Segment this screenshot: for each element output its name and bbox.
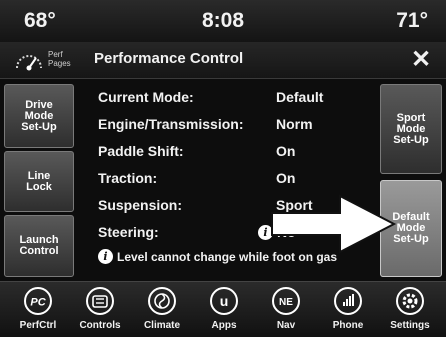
setting-label: Current Mode: (98, 89, 194, 105)
setting-value: On (276, 143, 296, 159)
line-lock-button[interactable]: Line Lock (4, 151, 74, 212)
nav-settings[interactable]: Settings (382, 282, 438, 337)
setting-value: Default (276, 89, 324, 105)
nav-perfctrl[interactable]: PC PerfCtrl (10, 282, 66, 337)
bottom-nav-bar: PC PerfCtrl Controls Climate u Apps NE N… (0, 281, 446, 337)
drive-mode-setup-button[interactable]: Drive Mode Set-Up (4, 84, 74, 148)
nav-label-apps: Apps (211, 320, 237, 331)
climate-icon (148, 287, 176, 315)
apps-icon: u (210, 287, 238, 315)
controls-icon (86, 287, 114, 315)
nav-phone[interactable]: Phone (320, 282, 376, 337)
phone-icon (334, 287, 362, 315)
sport-mode-setup-button[interactable]: Sport Mode Set-Up (380, 84, 442, 174)
settings-gear-icon (396, 287, 424, 315)
setting-value: Norm (276, 116, 313, 132)
setting-label: Paddle Shift: (98, 143, 184, 159)
nav-apps[interactable]: u Apps (196, 282, 252, 337)
perf-pages-label: Perf Pages (48, 50, 71, 68)
callout-arrow-icon (271, 194, 397, 254)
close-icon[interactable]: ✕ (406, 46, 436, 74)
nav-label-phone: Phone (332, 320, 364, 331)
nav-climate[interactable]: Climate (134, 282, 190, 337)
info-icon: i (98, 249, 113, 264)
compass-glyph: NE (279, 297, 293, 308)
setting-label: Steering: (98, 224, 159, 240)
nav-label-nav: Nav (276, 320, 296, 331)
apps-glyph: u (220, 293, 229, 309)
nav-nav[interactable]: NE Nav (258, 282, 314, 337)
setting-label: Suspension: (98, 197, 183, 213)
passenger-temperature[interactable]: 71° (396, 9, 428, 33)
drive-mode-setup-label: Drive Mode Set-Up (21, 98, 57, 133)
setting-value: On (276, 170, 296, 186)
nav-label-perfctrl: PerfCtrl (19, 320, 57, 331)
nav-controls[interactable]: Controls (72, 282, 128, 337)
setting-label: Traction: (98, 170, 158, 186)
nav-label-climate: Climate (143, 320, 181, 331)
title-bar: Perf Pages Performance Control ✕ (0, 42, 446, 79)
nav-label-controls: Controls (79, 320, 121, 331)
line-lock-label: Line Lock (26, 169, 52, 193)
setting-label: Engine/Transmission: (98, 116, 244, 132)
compass-icon: NE (272, 287, 300, 315)
launch-control-button[interactable]: Launch Control (4, 215, 74, 277)
clock: 8:08 (201, 9, 245, 32)
perf-control-glyph: PC (30, 297, 46, 309)
page-title: Performance Control (94, 50, 244, 67)
sport-mode-setup-label: Sport Mode Set-Up (393, 111, 429, 146)
nav-label-settings: Settings (390, 320, 430, 331)
status-bar: 68° 8:08 71° (0, 0, 446, 42)
perf-pages-gauge-icon (16, 55, 42, 71)
perf-control-icon: PC (24, 287, 52, 315)
launch-control-label: Launch Control (19, 234, 59, 257)
perf-pages-button[interactable]: Perf Pages (14, 46, 76, 74)
